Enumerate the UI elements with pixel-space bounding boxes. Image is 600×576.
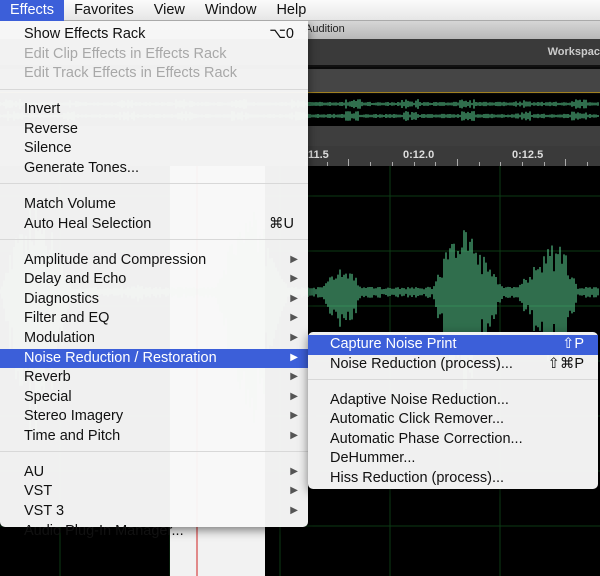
submenu-arrow-icon: ▶ xyxy=(290,390,298,402)
submenu-arrow-icon: ▶ xyxy=(290,429,298,441)
menu-item-label: Special xyxy=(24,388,72,405)
menu-item[interactable]: VST 3 ▶ xyxy=(0,502,308,522)
submenu-arrow-icon: ▶ xyxy=(290,292,298,304)
menu-item[interactable]: Generate Tones... xyxy=(0,159,308,179)
menu-window[interactable]: Window xyxy=(195,0,267,21)
menu-item-label: Edit Track Effects in Effects Rack xyxy=(24,65,238,82)
submenu-arrow-icon: ▶ xyxy=(290,505,298,517)
menu-item-label: Stereo Imagery xyxy=(24,408,124,425)
menu-item[interactable]: Match Volume xyxy=(0,195,308,215)
menu-item-label: Hiss Reduction (process)... xyxy=(330,469,505,486)
menu-item[interactable]: Auto Heal Selection ⌘U xyxy=(0,215,308,235)
menu-item[interactable]: Audio Plug-In Manager... xyxy=(0,522,308,542)
menu-item[interactable]: Show Effects Rack ⌥0 xyxy=(0,25,308,45)
shortcut: ⇧P xyxy=(562,336,584,352)
menu-item[interactable]: Reverse xyxy=(0,120,308,140)
submenu-arrow-icon: ▶ xyxy=(290,371,298,383)
menu-item-label: Auto Heal Selection xyxy=(24,215,152,232)
menu-item[interactable]: Delay and Echo ▶ xyxy=(0,270,308,290)
menu-item-label: Silence xyxy=(24,140,72,157)
menu-item[interactable]: AU ▶ xyxy=(0,463,308,483)
menu-item-label: Show Effects Rack xyxy=(24,26,146,42)
effects-menu: Show Effects Rack ⌥0 Edit Clip Effects in … xyxy=(0,21,308,539)
menu-item[interactable]: Adaptive Noise Reduction... xyxy=(308,391,598,411)
menu-item-label: DeHummer... xyxy=(330,450,416,467)
menu-item-label: Filter and EQ xyxy=(24,310,110,327)
shortcut: ⇧⌘P xyxy=(547,355,584,372)
menu-item: Edit Clip Effects in Effects Rack xyxy=(0,45,308,65)
menu-item[interactable]: Reverb ▶ xyxy=(0,368,308,388)
menu-item[interactable]: Silence xyxy=(0,139,308,159)
menu-item-label: Invert xyxy=(24,101,61,118)
menu-item[interactable]: VST ▶ xyxy=(0,482,308,502)
ruler-label: 11.5 xyxy=(308,149,329,161)
menu-item-label: Automatic Click Remover... xyxy=(330,411,505,428)
menu-item: Edit Track Effects in Effects Rack xyxy=(0,64,308,84)
submenu-arrow-icon: ▶ xyxy=(290,485,298,497)
submenu-arrow-icon: ▶ xyxy=(290,253,298,265)
menu-item-label: VST xyxy=(24,483,53,500)
menu-favorites[interactable]: Favorites xyxy=(64,0,144,21)
menu-help[interactable]: Help xyxy=(266,0,316,21)
menu-item[interactable]: Automatic Click Remover... xyxy=(308,410,598,430)
menu-item[interactable]: Noise Reduction (process)... ⇧⌘P xyxy=(308,355,598,375)
menu-separator xyxy=(0,451,308,453)
submenu-arrow-icon: ▶ xyxy=(290,312,298,324)
menu-item-label: Automatic Phase Correction... xyxy=(330,430,523,447)
noise-reduction-submenu: Capture Noise Print ⇧P Noise Reduction (pr… xyxy=(308,332,598,489)
menu-item-label: Adaptive Noise Reduction... xyxy=(330,391,509,408)
menu-item[interactable]: DeHummer... xyxy=(308,449,598,469)
menu-separator xyxy=(0,88,308,90)
menu-view[interactable]: View xyxy=(144,0,195,21)
menu-item[interactable]: Stereo Imagery ▶ xyxy=(0,407,308,427)
menu-separator xyxy=(0,239,308,241)
menu-bar: Effects Favorites View Window Help xyxy=(0,0,600,21)
menu-separator xyxy=(308,379,598,381)
menu-effects[interactable]: Effects xyxy=(0,0,65,21)
menu-separator xyxy=(0,183,308,185)
menu-item-label: Audio Plug-In Manager... xyxy=(24,522,184,539)
menu-item[interactable]: Time and Pitch ▶ xyxy=(0,427,308,447)
menu-item-label: VST 3 xyxy=(24,503,65,520)
menu-item-label: Noise Reduction / Restoration xyxy=(24,349,217,366)
menu-item[interactable]: Amplitude and Compression ▶ xyxy=(0,251,308,271)
menu-item-label: Capture Noise Print xyxy=(330,336,457,352)
menu-item[interactable]: Special ▶ xyxy=(0,388,308,408)
menu-item-label: Generate Tones... xyxy=(24,159,140,176)
menu-item-label: Noise Reduction (process)... xyxy=(330,355,513,372)
menu-item-label: Time and Pitch xyxy=(24,427,121,444)
shortcut: ⌘U xyxy=(269,215,294,232)
submenu-arrow-icon: ▶ xyxy=(290,351,298,363)
menu-item-label: AU xyxy=(24,463,45,480)
menu-item-label: Edit Clip Effects in Effects Rack xyxy=(24,45,227,62)
menu-item[interactable]: Capture Noise Print ⇧P xyxy=(308,335,598,355)
menu-item[interactable]: Automatic Phase Correction... xyxy=(308,430,598,450)
submenu-arrow-icon: ▶ xyxy=(290,332,298,343)
menu-item[interactable]: Hiss Reduction (process)... xyxy=(308,469,598,489)
submenu-arrow-icon: ▶ xyxy=(290,410,298,422)
menu-item-label: Match Volume xyxy=(24,196,116,213)
ruler-label: 0:12.5 xyxy=(512,149,544,161)
menu-item[interactable]: Filter and EQ ▶ xyxy=(0,309,308,329)
menu-item-label: Amplitude and Compression xyxy=(24,251,207,268)
submenu-arrow-icon: ▶ xyxy=(290,273,298,285)
shortcut: ⌥0 xyxy=(269,26,294,42)
submenu-arrow-icon: ▶ xyxy=(290,465,298,477)
menu-item[interactable]: Modulation ▶ xyxy=(0,329,308,349)
menu-item-label: Modulation xyxy=(24,330,95,346)
menu-item-label: Diagnostics xyxy=(24,290,99,307)
workspace-dropdown[interactable]: Workspac xyxy=(548,46,600,58)
menu-item[interactable]: Diagnostics ▶ xyxy=(0,290,308,310)
menu-item[interactable]: Invert xyxy=(0,100,308,120)
menu-item-label: Reverb xyxy=(24,369,71,386)
menu-item-label: Delay and Echo xyxy=(24,271,127,288)
menu-item-label: Reverse xyxy=(24,120,78,137)
menu-item[interactable]: Noise Reduction / Restoration ▶ xyxy=(0,348,308,369)
ruler-label: 0:12.0 xyxy=(403,149,435,161)
